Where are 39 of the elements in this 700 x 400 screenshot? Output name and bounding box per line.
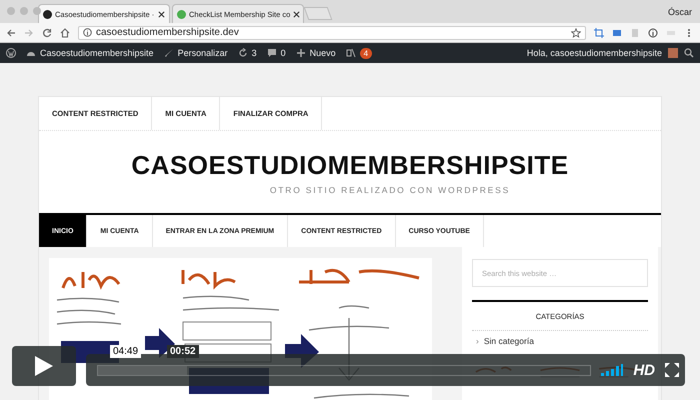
reload-icon[interactable] xyxy=(42,28,52,38)
volume-icon[interactable] xyxy=(601,364,624,376)
progress-bar[interactable] xyxy=(97,364,592,376)
wordpress-icon[interactable] xyxy=(6,48,16,58)
refresh-icon xyxy=(238,48,248,58)
fullscreen-icon[interactable] xyxy=(665,363,679,377)
hover-time: 04:49 xyxy=(110,345,142,358)
updates-count[interactable]: 3 xyxy=(252,48,257,58)
back-icon[interactable] xyxy=(6,28,16,38)
site-icon xyxy=(43,10,52,18)
notification-badge[interactable]: 4 xyxy=(360,48,372,58)
close-icon[interactable] xyxy=(158,10,165,18)
category-link[interactable]: Sin categoría xyxy=(484,336,534,346)
comment-icon xyxy=(266,48,277,58)
current-time: 00:52 xyxy=(167,345,199,358)
new-link[interactable]: Nuevo xyxy=(310,48,336,58)
customize-link[interactable]: Personalizar xyxy=(178,48,228,58)
close-icon[interactable] xyxy=(293,10,300,18)
play-button[interactable] xyxy=(12,346,76,386)
address-field[interactable]: casoestudiomembershipsite.dev xyxy=(78,26,586,40)
quality-button[interactable]: HD xyxy=(633,362,655,378)
info-icon xyxy=(83,28,92,37)
star-icon[interactable] xyxy=(571,28,581,38)
page-icon xyxy=(177,10,186,18)
site-title[interactable]: CASOESTUDIOMEMBERSHIPSITE xyxy=(131,150,569,180)
comments-count[interactable]: 0 xyxy=(280,48,286,58)
bullet: › xyxy=(476,336,479,346)
site-link[interactable]: Casoestudiomembershipsite xyxy=(40,48,154,58)
brush-icon xyxy=(164,48,174,58)
greeting-link[interactable]: Hola, casoestudiomembershipsite xyxy=(526,48,662,58)
play-icon xyxy=(35,356,53,376)
info-icon[interactable] xyxy=(648,28,658,38)
search-icon[interactable] xyxy=(684,48,694,58)
site-tagline: OTRO SITIO REALIZADO CON WORDPRESS xyxy=(270,184,510,194)
profile-name[interactable]: Óscar xyxy=(668,6,692,16)
plus-icon xyxy=(296,48,306,58)
home-icon[interactable] xyxy=(60,28,70,38)
crop-icon[interactable] xyxy=(594,28,604,38)
extension-icon[interactable] xyxy=(612,28,622,38)
